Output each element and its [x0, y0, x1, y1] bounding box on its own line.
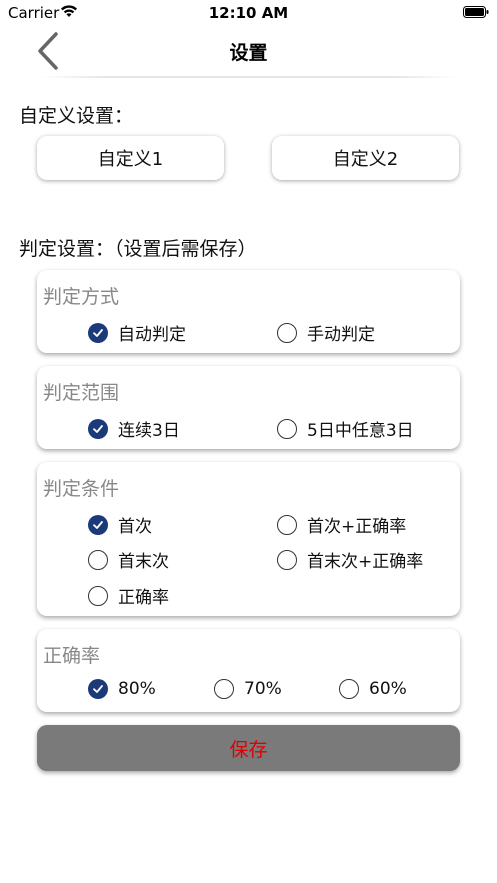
card-title: 判定条件	[43, 478, 120, 500]
option-label: 首次+正确率	[307, 517, 407, 537]
card-judge-range: 判定范围 连续3日 5日中任意3日	[37, 366, 460, 449]
option-label: 首末次	[118, 552, 169, 572]
checked-radio-icon	[88, 514, 108, 535]
option-label: 正确率	[118, 588, 169, 608]
option-label: 自动判定	[118, 325, 186, 345]
custom-settings-label: 自定义设置：	[19, 105, 134, 127]
option-label: 60%	[369, 679, 407, 699]
option-80-percent[interactable]: 80%	[88, 679, 156, 699]
option-any-3-of-5-days[interactable]: 5日中任意3日	[277, 416, 414, 441]
battery-icon	[463, 6, 489, 18]
unchecked-radio-icon	[88, 549, 108, 570]
unchecked-radio-icon	[277, 549, 297, 570]
status-bar: Carrier 12:10 AM	[0, 0, 497, 26]
save-button[interactable]: 保存	[37, 725, 460, 771]
option-first-plus-accuracy[interactable]: 首次+正确率	[277, 512, 406, 537]
option-70-percent[interactable]: 70%	[214, 679, 282, 699]
custom-1-button[interactable]: 自定义1	[37, 136, 224, 180]
checked-radio-icon	[88, 679, 108, 699]
unchecked-radio-icon	[214, 679, 234, 699]
option-label: 连续3日	[118, 421, 180, 441]
checked-radio-icon	[88, 418, 108, 439]
option-first-last[interactable]: 首末次	[88, 547, 169, 572]
nav-bar: 设置	[0, 26, 497, 78]
unchecked-radio-icon	[277, 514, 297, 535]
unchecked-radio-icon	[277, 322, 297, 343]
card-title: 判定方式	[43, 286, 120, 308]
card-title: 正确率	[43, 645, 101, 667]
nav-divider	[40, 76, 457, 78]
page-title: 设置	[229, 42, 268, 64]
judge-settings-label: 判定设置：（设置后需保存）	[19, 238, 257, 260]
option-manual-judge[interactable]: 手动判定	[277, 320, 375, 345]
unchecked-radio-icon	[339, 679, 359, 699]
option-accuracy[interactable]: 正确率	[88, 583, 169, 608]
option-60-percent[interactable]: 60%	[339, 679, 407, 699]
status-time: 12:10 AM	[208, 4, 289, 22]
unchecked-radio-icon	[88, 585, 108, 606]
option-first-last-plus-accuracy[interactable]: 首末次+正确率	[277, 547, 423, 572]
option-label: 首次	[118, 517, 152, 537]
option-auto-judge[interactable]: 自动判定	[88, 320, 186, 345]
card-judge-condition: 判定条件 首次 首次+正确率 首末次 首末次+正确率 正确率	[37, 462, 460, 616]
option-label: 5日中任意3日	[307, 421, 414, 441]
custom-2-button[interactable]: 自定义2	[272, 136, 459, 180]
option-first[interactable]: 首次	[88, 512, 152, 537]
option-label: 70%	[244, 679, 282, 699]
checked-radio-icon	[88, 322, 108, 343]
option-label: 80%	[118, 679, 156, 699]
card-accuracy: 正确率 80% 70% 60%	[37, 629, 460, 712]
option-label: 手动判定	[307, 325, 375, 345]
unchecked-radio-icon	[277, 418, 297, 439]
option-label: 首末次+正确率	[307, 552, 424, 572]
card-judge-method: 判定方式 自动判定 手动判定	[37, 270, 460, 353]
option-consecutive-3-days[interactable]: 连续3日	[88, 416, 180, 441]
card-title: 判定范围	[43, 382, 120, 404]
